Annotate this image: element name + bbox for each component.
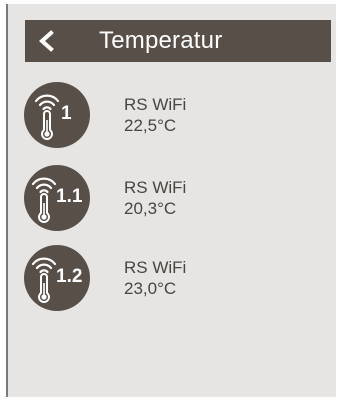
wifi-thermometer-icon: 1.1 <box>24 165 90 231</box>
sensor-number: 1.1 <box>56 186 83 207</box>
sensor-item-1[interactable]: 1 RS WiFi 22,5°C <box>24 82 324 148</box>
sensor-info: RS WiFi 20,3°C <box>124 177 186 219</box>
sensor-number: 1 <box>61 103 72 124</box>
sensor-temperature: 22,5°C <box>124 116 177 135</box>
sensor-temperature: 23,0°C <box>124 279 177 298</box>
sensor-number: 1.2 <box>56 266 83 287</box>
sensor-name: RS WiFi <box>124 178 187 197</box>
wifi-thermometer-icon: 1.2 <box>24 245 90 311</box>
sensor-info: RS WiFi 22,5°C <box>124 94 186 136</box>
sensor-name: RS WiFi <box>124 258 187 277</box>
sensor-temperature: 20,3°C <box>124 199 177 218</box>
sensor-info: RS WiFi 23,0°C <box>124 257 186 299</box>
header-bar: Temperatur <box>25 20 331 62</box>
sensor-name: RS WiFi <box>124 95 187 114</box>
sensor-item-1-2[interactable]: 1.2 RS WiFi 23,0°C <box>24 245 324 311</box>
chevron-left-icon <box>38 30 54 52</box>
sensor-item-1-1[interactable]: 1.1 RS WiFi 20,3°C <box>24 165 324 231</box>
device-screen: Temperatur 1 RS WiFi 22,5°C 1.1 RS WiFi … <box>6 4 336 397</box>
back-button[interactable] <box>25 20 69 62</box>
wifi-thermometer-icon: 1 <box>24 82 90 148</box>
page-title: Temperatur <box>99 27 223 54</box>
